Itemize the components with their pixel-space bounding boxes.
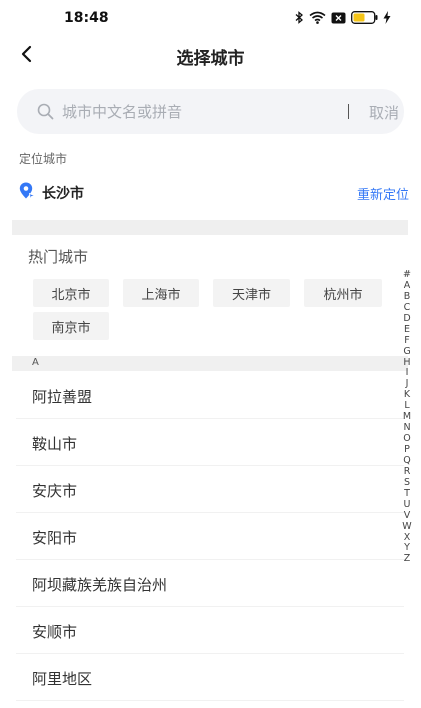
alphabet-index-bar: # A B C D E F G H I J K L M N O P Q R S … bbox=[398, 269, 416, 565]
list-item[interactable]: 鞍山市 bbox=[16, 419, 404, 466]
sim-icon bbox=[331, 12, 346, 24]
list-item[interactable]: 安顺市 bbox=[16, 607, 404, 654]
hot-city-chip[interactable]: 南京市 bbox=[33, 312, 109, 340]
list-item[interactable]: 阿里地区 bbox=[16, 654, 404, 701]
status-bar: 18:48 bbox=[0, 0, 421, 40]
relocate-button[interactable]: 重新定位 bbox=[357, 184, 409, 203]
nav-bar: 选择城市 bbox=[0, 40, 421, 70]
hot-city-chip[interactable]: 杭州市 bbox=[304, 279, 382, 307]
page-title: 选择城市 bbox=[176, 49, 245, 69]
current-location-row: 长沙市 重新定位 bbox=[19, 180, 409, 204]
charging-icon bbox=[383, 11, 391, 24]
city-name: 安庆市 bbox=[32, 482, 78, 500]
hot-city-chip[interactable]: 北京市 bbox=[33, 279, 109, 307]
battery-icon bbox=[351, 11, 378, 24]
hot-city-chip[interactable]: 上海市 bbox=[123, 279, 199, 307]
hot-cities-heading: 热门城市 bbox=[28, 248, 89, 266]
index-letter[interactable]: V bbox=[398, 510, 416, 522]
city-name: 阿坝藏族羌族自治州 bbox=[32, 576, 168, 594]
search-icon bbox=[37, 103, 54, 124]
cancel-button[interactable]: 取消 bbox=[369, 102, 399, 123]
search-box: 取消 bbox=[17, 89, 404, 134]
city-name: 安顺市 bbox=[32, 623, 78, 641]
search-input[interactable] bbox=[62, 89, 332, 134]
status-icons bbox=[295, 11, 391, 24]
list-item[interactable]: 安阳市 bbox=[16, 513, 404, 560]
current-city[interactable]: 长沙市 bbox=[42, 183, 84, 203]
status-time: 18:48 bbox=[64, 10, 109, 26]
city-name: 阿拉善盟 bbox=[32, 388, 93, 406]
section-header: A bbox=[12, 356, 408, 371]
list-item[interactable]: 阿坝藏族羌族自治州 bbox=[16, 560, 404, 607]
search-divider bbox=[348, 104, 349, 119]
list-item[interactable]: 安庆市 bbox=[16, 466, 404, 513]
city-name: 鞍山市 bbox=[32, 435, 78, 453]
section-letter: A bbox=[32, 357, 39, 368]
index-letter[interactable]: W bbox=[398, 521, 416, 533]
battery-level bbox=[353, 13, 365, 22]
section-divider bbox=[12, 220, 408, 235]
location-heading: 定位城市 bbox=[19, 152, 68, 166]
hot-city-chip[interactable]: 天津市 bbox=[213, 279, 290, 307]
index-letter[interactable]: G bbox=[398, 346, 416, 358]
index-letter[interactable]: Z bbox=[398, 553, 416, 565]
location-pin-icon bbox=[19, 182, 37, 204]
city-name: 阿里地区 bbox=[32, 670, 93, 688]
index-letter[interactable]: U bbox=[398, 499, 416, 511]
wifi-icon bbox=[309, 11, 326, 24]
bluetooth-icon bbox=[295, 11, 304, 24]
index-letter[interactable]: F bbox=[398, 335, 416, 347]
city-name: 安阳市 bbox=[32, 529, 78, 547]
list-item[interactable]: 阿拉善盟 bbox=[16, 372, 404, 419]
index-letter[interactable]: E bbox=[398, 324, 416, 336]
